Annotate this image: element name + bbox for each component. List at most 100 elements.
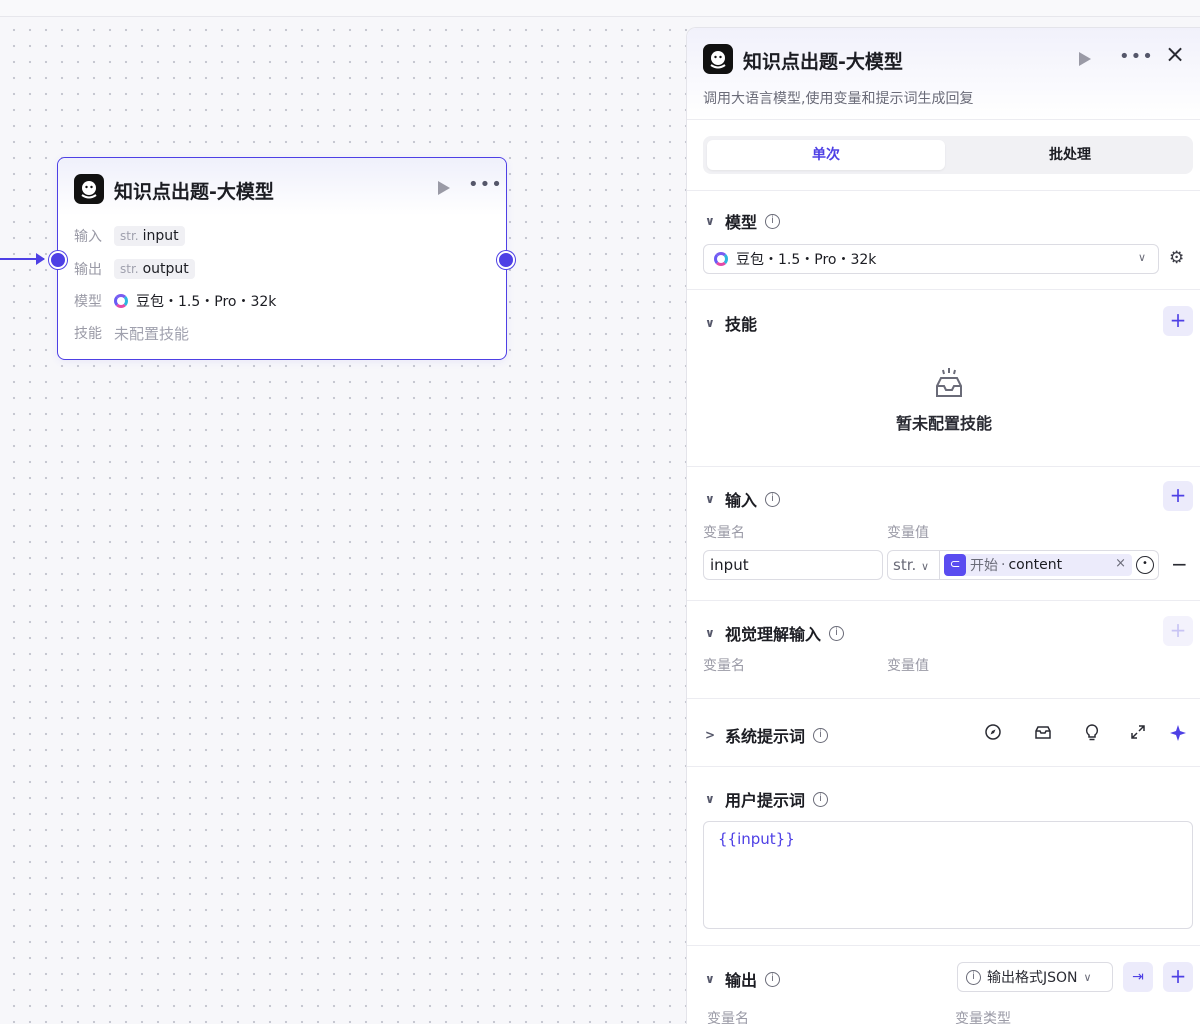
chevron-down-icon: ∨ (705, 214, 715, 228)
section-model[interactable]: ∨ 模型 i (705, 209, 781, 233)
ref-separator: · (1001, 557, 1006, 573)
skills-empty-text: 暂未配置技能 (895, 414, 992, 433)
chevron-down-icon: ∨ (1083, 970, 1092, 984)
chevron-down-icon: ∨ (1137, 251, 1146, 264)
col-var-name: 变量名 (703, 525, 745, 541)
node-output-label: 输出 (74, 262, 102, 278)
node-skill-value: 未配置技能 (114, 324, 190, 343)
bot-avatar-icon (74, 174, 104, 204)
tab-single[interactable]: 单次 (707, 140, 945, 170)
doubao-model-icon (114, 294, 128, 308)
info-icon: i (966, 969, 981, 985)
input-var-value-field[interactable]: str. ∨ ⊂ 开始 · content × • (887, 550, 1159, 580)
chevron-down-icon: ∨ (705, 972, 715, 986)
input-var-name-field[interactable]: input (703, 550, 883, 580)
user-prompt-editor[interactable]: {{input}} (703, 821, 1193, 929)
ref-field: content (1008, 557, 1063, 573)
doubao-model-icon (714, 252, 728, 266)
model-select[interactable]: 豆包・1.5・Pro・32k ∨ (703, 244, 1159, 274)
type-select[interactable]: str. ∨ (888, 551, 940, 579)
add-vision-input-button[interactable]: + (1163, 616, 1193, 646)
section-vision[interactable]: ∨ 视觉理解输入 i (705, 621, 845, 645)
section-title: 视觉理解输入 (725, 625, 822, 644)
node-config-panel: 知识点出题-大模型 调用大语言模型,使用变量和提示词生成回复 ••• × 单次 … (686, 27, 1200, 1024)
section-user-prompt[interactable]: ∨ 用户提示词 i (705, 787, 829, 811)
section-inputs[interactable]: ∨ 输入 i (705, 487, 781, 511)
expand-icon[interactable] (1130, 724, 1146, 744)
chevron-down-icon: ∨ (921, 560, 930, 573)
section-output[interactable]: ∨ 输出 i (705, 967, 781, 991)
divider (687, 698, 1200, 699)
node-input-name: input (142, 228, 179, 244)
remove-input-button[interactable]: − (1171, 552, 1188, 576)
divider (687, 289, 1200, 290)
llm-node-card[interactable]: 知识点出题-大模型 ••• 输入 str. input 输出 str. outp… (57, 157, 507, 360)
chevron-down-icon: ∨ (705, 626, 715, 640)
info-icon: i (829, 625, 845, 641)
node-input-label: 输入 (74, 229, 102, 245)
gear-icon[interactable]: ⚙ (1169, 248, 1184, 268)
col-var-type: 变量类型 (955, 1011, 1011, 1024)
top-bar (0, 0, 1200, 17)
section-system-prompt[interactable]: > 系统提示词 i (705, 723, 829, 747)
more-dots-icon[interactable]: ••• (468, 174, 503, 195)
section-title: 模型 (725, 213, 758, 232)
panel-title[interactable]: 知识点出题-大模型 (743, 47, 903, 74)
node-model-row: 模型 豆包・1.5・Pro・32k (74, 288, 276, 314)
col-var-name: 变量名 (703, 658, 745, 674)
variable-picker-icon[interactable]: • (1136, 556, 1154, 574)
start-node-icon: ⊂ (944, 554, 966, 576)
node-skill-label: 技能 (74, 326, 102, 342)
add-output-button[interactable]: + (1163, 962, 1193, 992)
node-input-tag: str. input (114, 226, 185, 246)
divider (687, 466, 1200, 467)
node-skill-row: 技能 未配置技能 (74, 320, 189, 346)
divider (687, 945, 1200, 946)
section-title: 技能 (725, 315, 758, 334)
node-model-label: 模型 (74, 294, 102, 310)
ai-sparkle-icon[interactable] (1169, 724, 1187, 746)
bot-avatar-icon (703, 44, 733, 74)
section-title: 输入 (725, 491, 758, 510)
node-output-tag: str. output (114, 259, 195, 279)
info-icon: i (765, 971, 781, 987)
col-var-name: 变量名 (707, 1011, 749, 1024)
compass-icon[interactable] (985, 724, 1001, 744)
chevron-down-icon: ∨ (705, 316, 715, 330)
add-skill-button[interactable]: + (1163, 306, 1193, 336)
node-output-name: output (142, 261, 189, 277)
divider (687, 600, 1200, 601)
more-dots-icon[interactable]: ••• (1119, 46, 1154, 67)
variable-ref-chip[interactable]: ⊂ 开始 · content × (944, 554, 1132, 576)
type-badge: str. (120, 262, 139, 276)
section-title: 用户提示词 (725, 791, 806, 810)
model-selected: 豆包・1.5・Pro・32k (736, 252, 877, 268)
add-input-button[interactable]: + (1163, 481, 1193, 511)
divider (687, 766, 1200, 767)
play-icon[interactable] (1079, 52, 1091, 66)
node-model-value: 豆包・1.5・Pro・32k (136, 294, 277, 310)
prompt-library-icon[interactable] (1034, 724, 1052, 744)
empty-box-icon (936, 368, 962, 397)
tab-batch[interactable]: 批处理 (951, 140, 1189, 170)
chevron-down-icon: ∨ (705, 792, 715, 806)
output-format-select[interactable]: i 输出格式JSON ∨ (957, 962, 1113, 992)
section-title: 系统提示词 (725, 727, 806, 746)
close-icon[interactable]: × (1165, 42, 1185, 66)
input-port[interactable] (49, 251, 67, 269)
col-var-value: 变量值 (887, 525, 929, 541)
section-skills[interactable]: ∨ 技能 (705, 311, 757, 335)
clear-ref-icon[interactable]: × (1115, 556, 1126, 571)
edge-arrow-icon (36, 253, 45, 265)
chevron-down-icon: ∨ (705, 492, 715, 506)
divider (687, 190, 1200, 191)
col-var-value: 变量值 (887, 658, 929, 674)
lightbulb-icon[interactable] (1085, 724, 1099, 745)
play-icon[interactable] (438, 181, 450, 195)
section-title: 输出 (725, 971, 758, 990)
panel-description[interactable]: 调用大语言模型,使用变量和提示词生成回复 (703, 88, 973, 108)
ref-source: 开始 (970, 558, 998, 574)
import-icon[interactable]: ⇥ (1123, 962, 1153, 992)
info-icon: i (765, 213, 781, 229)
output-port[interactable] (497, 251, 515, 269)
